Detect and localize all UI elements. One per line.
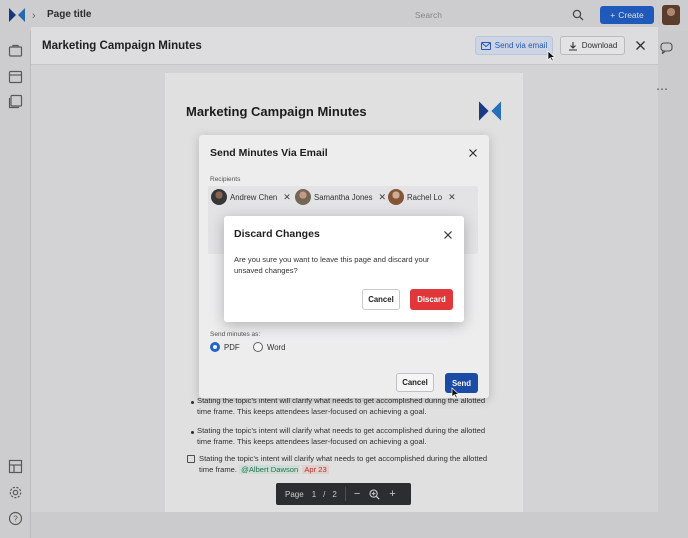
cancel-button[interactable]: Cancel (362, 289, 400, 310)
discard-changes-dialog: Discard Changes Are you sure you want to… (224, 216, 464, 322)
discard-dialog-message: Are you sure you want to leave this page… (234, 255, 430, 275)
discard-dialog-title: Discard Changes (234, 228, 320, 240)
mouse-cursor-icon (547, 50, 556, 62)
mouse-cursor-icon (451, 387, 460, 399)
discard-button[interactable]: Discard (410, 289, 453, 310)
close-icon[interactable] (443, 230, 453, 240)
